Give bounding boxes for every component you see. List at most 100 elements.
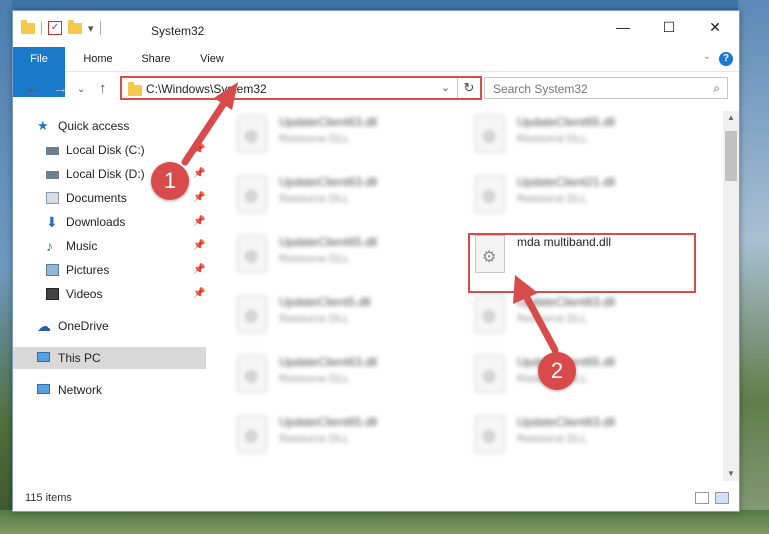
tab-view[interactable]: View <box>189 47 235 71</box>
recent-locations-dropdown[interactable]: ⌄ <box>77 84 85 95</box>
file-item[interactable]: UpdateClient21.dll Resource DLL <box>467 171 687 221</box>
sidebar-item-this-pc[interactable]: This PC <box>13 347 206 369</box>
quick-access-toolbar: ✓ ▾ <box>21 19 101 35</box>
music-icon: ♪ <box>46 238 53 254</box>
drive-icon <box>46 171 59 179</box>
item-count: 115 items <box>25 492 72 504</box>
pin-icon[interactable]: 📌 <box>193 235 205 257</box>
search-box[interactable]: Search System32 ⌕ <box>484 77 728 99</box>
address-path[interactable]: C:\Windows\System32 <box>146 82 267 96</box>
file-type: Resource DLL <box>279 133 350 145</box>
window-title: System32 <box>151 24 205 38</box>
vertical-scrollbar[interactable]: ▲ ▼ <box>723 111 739 481</box>
cloud-icon: ☁ <box>37 318 51 334</box>
minimize-button[interactable]: — <box>600 11 646 43</box>
toolbar-divider <box>99 21 101 35</box>
address-bar[interactable]: C:\Windows\System32 ⌄ ↻ <box>120 76 482 100</box>
dll-file-icon <box>475 175 505 213</box>
sidebar-item-label: Pictures <box>66 263 110 277</box>
star-icon: ★ <box>37 118 49 133</box>
pin-icon[interactable]: 📌 <box>193 211 205 233</box>
new-folder-icon[interactable] <box>68 19 82 34</box>
dll-file-icon <box>475 415 505 453</box>
search-input[interactable]: Search System32 <box>493 82 588 96</box>
back-button[interactable]: ← <box>25 80 40 97</box>
properties-icon[interactable]: ✓ <box>48 21 62 35</box>
file-item[interactable]: UpdateClient63.dll Resource DLL <box>229 351 449 401</box>
up-button[interactable]: ↑ <box>99 80 107 97</box>
dll-file-icon <box>237 115 267 153</box>
sidebar-item-onedrive[interactable]: ☁ OneDrive <box>13 315 206 337</box>
sidebar-item-videos[interactable]: Videos 📌 <box>13 283 206 305</box>
desktop-background-bottom <box>0 510 769 534</box>
sidebar-item-music[interactable]: ♪ Music 📌 <box>13 235 206 257</box>
file-type: Resource DLL <box>517 133 588 145</box>
folder-icon <box>128 82 142 96</box>
sidebar-item-quick-access[interactable]: ★ Quick access <box>13 115 206 137</box>
scroll-thumb[interactable] <box>725 131 737 181</box>
step-marker-2: 2 <box>538 352 576 390</box>
refresh-button[interactable]: ↻ <box>457 78 480 98</box>
file-name: UpdateClient21.dll <box>517 175 616 189</box>
file-item[interactable]: UpdateClient65.dll Resource DLL <box>467 351 687 401</box>
file-item[interactable]: UpdateClient65.dll Resource DLL <box>467 111 687 161</box>
file-name: UpdateClient5.dll <box>279 295 371 309</box>
details-view-icon[interactable] <box>695 492 709 504</box>
file-name: UpdateClient63.dll <box>279 115 378 129</box>
documents-icon <box>46 192 59 204</box>
pin-icon[interactable]: 📌 <box>193 163 205 185</box>
sidebar-item-label: Documents <box>66 191 127 205</box>
computer-icon <box>37 352 50 362</box>
pin-icon[interactable]: 📌 <box>193 187 205 209</box>
file-type: Resource DLL <box>279 373 350 385</box>
tab-home[interactable]: Home <box>73 47 123 71</box>
folder-icon <box>21 19 35 34</box>
step-marker-1: 1 <box>151 162 189 200</box>
customize-toolbar-dropdown[interactable]: ▾ <box>88 22 94 35</box>
dll-file-icon <box>237 295 267 333</box>
tab-share[interactable]: Share <box>131 47 181 71</box>
file-item[interactable]: UpdateClient63.dll Resource DLL <box>229 171 449 221</box>
scroll-down-arrow-icon[interactable]: ▼ <box>723 467 739 481</box>
sidebar-item-network[interactable]: Network <box>13 379 206 401</box>
large-icons-view-icon[interactable] <box>715 492 729 504</box>
address-dropdown-icon[interactable]: ⌄ <box>441 81 450 94</box>
sidebar-item-label: This PC <box>58 351 101 365</box>
file-type: Resource DLL <box>517 193 588 205</box>
forward-button[interactable]: → <box>53 80 68 97</box>
file-item[interactable]: UpdateClient5.dll Resource DLL <box>229 291 449 341</box>
file-type: Resource DLL <box>279 433 350 445</box>
file-name: UpdateClient65.dll <box>517 115 616 129</box>
pin-icon[interactable]: 📌 <box>193 259 205 281</box>
file-item[interactable]: UpdateClient63.dll Resource DLL <box>467 291 687 341</box>
dll-file-icon <box>237 175 267 213</box>
dll-file-icon <box>475 355 505 393</box>
file-name: UpdateClient63.dll <box>517 415 616 429</box>
close-button[interactable]: ✕ <box>692 11 738 43</box>
file-name: UpdateClient63.dll <box>279 355 378 369</box>
navigation-bar: ← → ⌄ ↑ C:\Windows\System32 ⌄ ↻ Search S… <box>13 72 739 106</box>
file-item[interactable]: UpdateClient63.dll Resource DLL <box>467 411 687 461</box>
pin-icon[interactable]: 📌 <box>193 283 205 305</box>
desktop-background-right <box>738 0 769 534</box>
sidebar-item-downloads[interactable]: ⬇ Downloads 📌 <box>13 211 206 233</box>
file-item[interactable]: UpdateClient65.dll Resource DLL <box>229 231 449 281</box>
status-bar: 115 items <box>13 487 739 511</box>
scroll-up-arrow-icon[interactable]: ▲ <box>723 111 739 125</box>
file-item[interactable]: UpdateClient63.dll Resource DLL <box>229 111 449 161</box>
file-item[interactable]: UpdateClient65.dll Resource DLL <box>229 411 449 461</box>
maximize-button[interactable]: ☐ <box>646 11 692 43</box>
file-highlight-box <box>468 233 696 293</box>
sidebar-item-pictures[interactable]: Pictures 📌 <box>13 259 206 281</box>
dll-file-icon <box>237 415 267 453</box>
download-icon: ⬇ <box>46 214 58 230</box>
ribbon-collapse-icon[interactable]: ⌄ <box>703 51 711 62</box>
help-icon[interactable]: ? <box>719 52 733 66</box>
file-type: Resource DLL <box>517 313 588 325</box>
pin-icon[interactable]: 📌 <box>193 139 205 161</box>
ribbon-tabs: File Home Share View ⌄ ? <box>13 47 739 97</box>
sidebar-item-label: Quick access <box>58 119 130 133</box>
sidebar-item-local-disk-c[interactable]: Local Disk (C:) 📌 <box>13 139 206 161</box>
sidebar-item-label: Videos <box>66 287 103 301</box>
sidebar-item-label: Downloads <box>66 215 126 229</box>
